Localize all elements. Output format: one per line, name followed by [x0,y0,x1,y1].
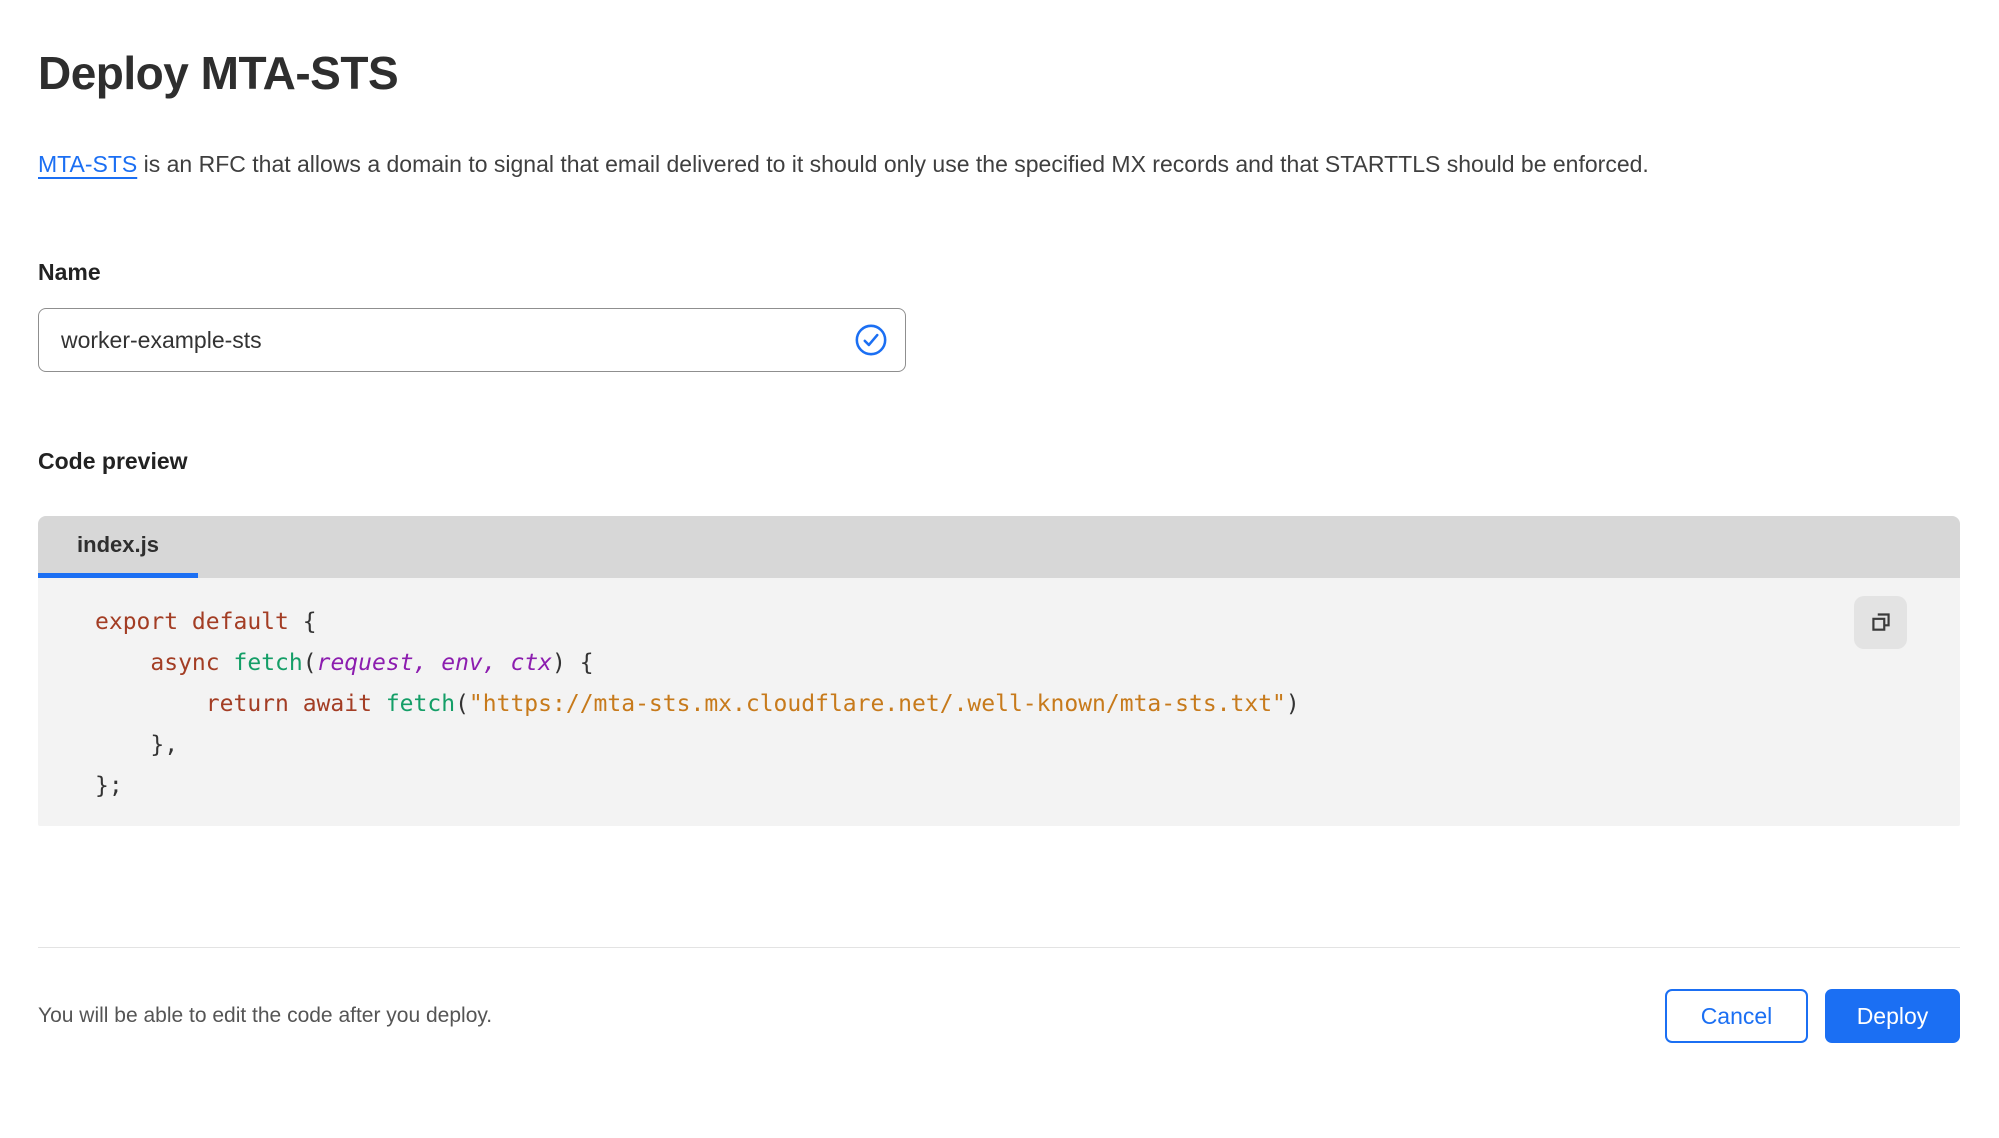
page-title: Deploy MTA-STS [38,47,399,99]
footer: You will be able to edit the code after … [38,989,1960,1043]
code-line: }, [95,732,179,758]
name-input-wrap [38,308,906,372]
description-rest: is an RFC that allows a domain to signal… [137,151,1649,177]
code-line: return await fetch("https://mta-sts.mx.c… [205,691,1300,717]
copy-icon [1868,608,1894,637]
code-preview-card: index.js export default { async fetch(re… [38,516,1960,826]
description-text: MTA-STS is an RFC that allows a domain t… [38,142,1948,187]
check-circle-icon [854,323,888,357]
code-preview-label: Code preview [38,448,188,474]
code-line: }; [95,773,123,799]
footer-divider [38,947,1960,948]
mta-sts-link[interactable]: MTA-STS [38,151,137,177]
code-block: export default { async fetch(request, en… [95,602,1840,807]
footer-note: You will be able to edit the code after … [38,1004,493,1027]
tab-index-js[interactable]: index.js [38,516,198,578]
name-label: Name [38,259,101,285]
footer-actions: Cancel Deploy [1665,989,1960,1043]
copy-code-button[interactable] [1854,596,1907,649]
name-input[interactable] [38,308,906,372]
deploy-mta-sts-page: Deploy MTA-STS MTA-STS is an RFC that al… [0,0,1999,1138]
deploy-button[interactable]: Deploy [1825,989,1960,1043]
cancel-button[interactable]: Cancel [1665,989,1808,1043]
code-tab-bar: index.js [38,516,1960,578]
code-area: export default { async fetch(request, en… [38,578,1960,826]
code-line: async fetch(request, env, ctx) { [150,650,594,676]
code-line: export default { [95,609,317,635]
